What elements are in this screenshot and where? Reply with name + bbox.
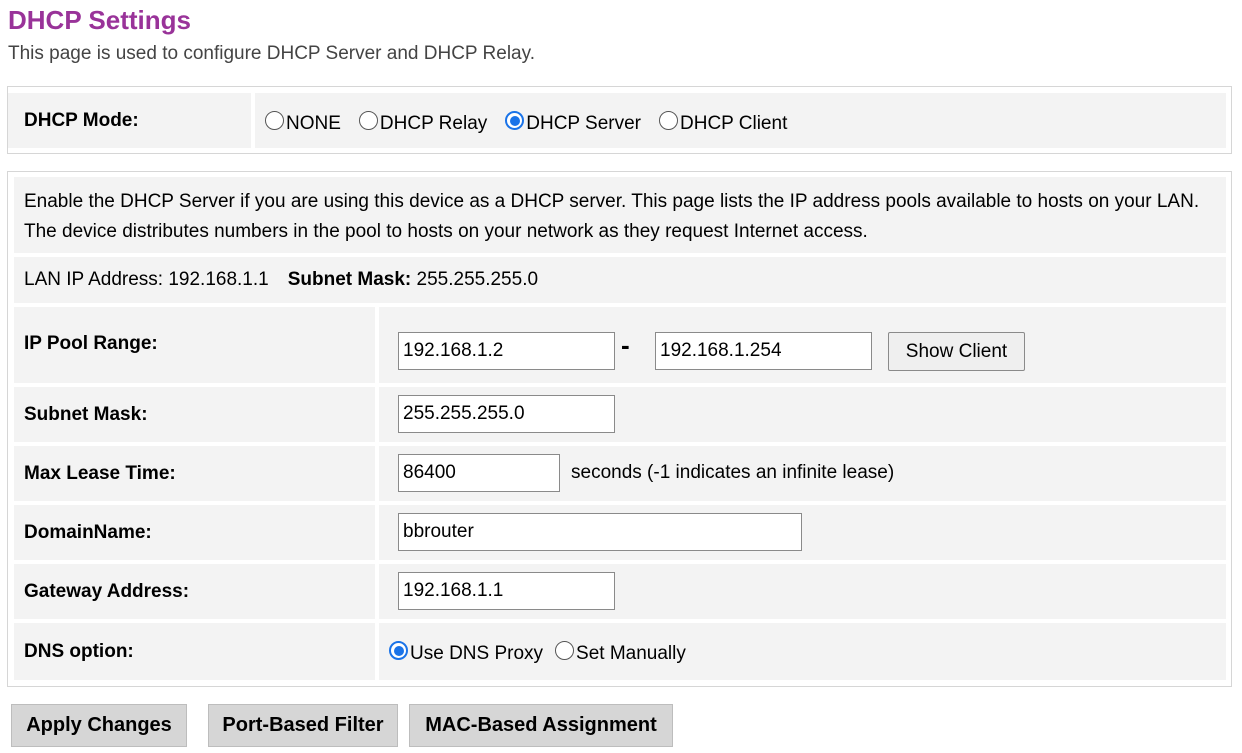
domain-name-label: DomainName: xyxy=(14,505,375,560)
dns-radio-circle-selected[interactable] xyxy=(389,641,408,660)
subnet-mask-label: Subnet Mask: xyxy=(14,387,375,442)
server-description-text: Enable the DHCP Server if you are using … xyxy=(24,191,1200,242)
pool-start-input[interactable] xyxy=(398,332,615,370)
mode-client-radio[interactable]: DHCP Client xyxy=(659,111,788,135)
max-lease-label: Max Lease Time: xyxy=(14,446,375,501)
lan-ip-value: 192.168.1.1 xyxy=(168,269,269,290)
mode-none-radio[interactable]: NONE xyxy=(265,111,341,135)
dhcp-mode-label: DHCP Mode: xyxy=(8,93,251,148)
dhcp-mode-options: NONE DHCP Relay DHCP Server DHCP Client xyxy=(255,93,1226,148)
pool-end-input[interactable] xyxy=(655,332,872,370)
mode-radio-circle[interactable] xyxy=(358,111,378,130)
pool-range-label: IP Pool Range: xyxy=(14,307,375,383)
lan-subnet-value: 255.255.255.0 xyxy=(416,269,539,290)
dns-option-label: DNS option: xyxy=(14,623,375,680)
max-lease-hint: seconds (-1 indicates an infinite lease) xyxy=(571,462,895,483)
mode-relay-label: DHCP Relay xyxy=(379,112,488,134)
dns-option-cell: Use DNS Proxy Set Manually xyxy=(379,623,1226,680)
mode-server-label: DHCP Server xyxy=(526,112,641,134)
mode-client-label: DHCP Client xyxy=(680,112,788,134)
gateway-input[interactable] xyxy=(398,572,615,610)
server-description: Enable the DHCP Server if you are using … xyxy=(14,177,1226,253)
mode-radio-circle[interactable] xyxy=(265,111,284,130)
mode-server-radio[interactable]: DHCP Server xyxy=(505,111,641,135)
mode-relay-radio[interactable]: DHCP Relay xyxy=(358,111,488,135)
domain-name-input[interactable] xyxy=(398,513,802,551)
subnet-mask-input[interactable] xyxy=(398,395,615,433)
mac-based-assignment-button[interactable]: MAC-Based Assignment xyxy=(409,704,673,747)
max-lease-input[interactable] xyxy=(398,454,560,492)
show-client-button[interactable]: Show Client xyxy=(888,332,1025,371)
pool-range-separator: - xyxy=(621,330,630,360)
dns-proxy-label: Use DNS Proxy xyxy=(410,642,544,664)
mode-radio-circle-selected[interactable] xyxy=(505,111,525,130)
page-title: DHCP Settings xyxy=(8,5,191,35)
mode-radio-circle[interactable] xyxy=(659,111,678,130)
gateway-label: Gateway Address: xyxy=(14,564,375,619)
mode-none-label: NONE xyxy=(286,112,341,134)
lan-subnet-label: Subnet Mask: xyxy=(287,269,412,290)
lan-info-row: LAN IP Address: 192.168.1.1 Subnet Mask:… xyxy=(14,257,1226,303)
port-based-filter-button[interactable]: Port-Based Filter xyxy=(208,704,398,747)
dns-proxy-radio[interactable]: Use DNS Proxy xyxy=(389,641,544,665)
dns-manual-label: Set Manually xyxy=(576,642,686,664)
page-subtitle: This page is used to configure DHCP Serv… xyxy=(8,43,535,64)
apply-changes-button[interactable]: Apply Changes xyxy=(11,704,187,747)
dns-manual-radio[interactable]: Set Manually xyxy=(555,641,686,665)
lan-ip-label: LAN IP Address: xyxy=(24,269,164,290)
dns-radio-circle[interactable] xyxy=(555,641,575,660)
